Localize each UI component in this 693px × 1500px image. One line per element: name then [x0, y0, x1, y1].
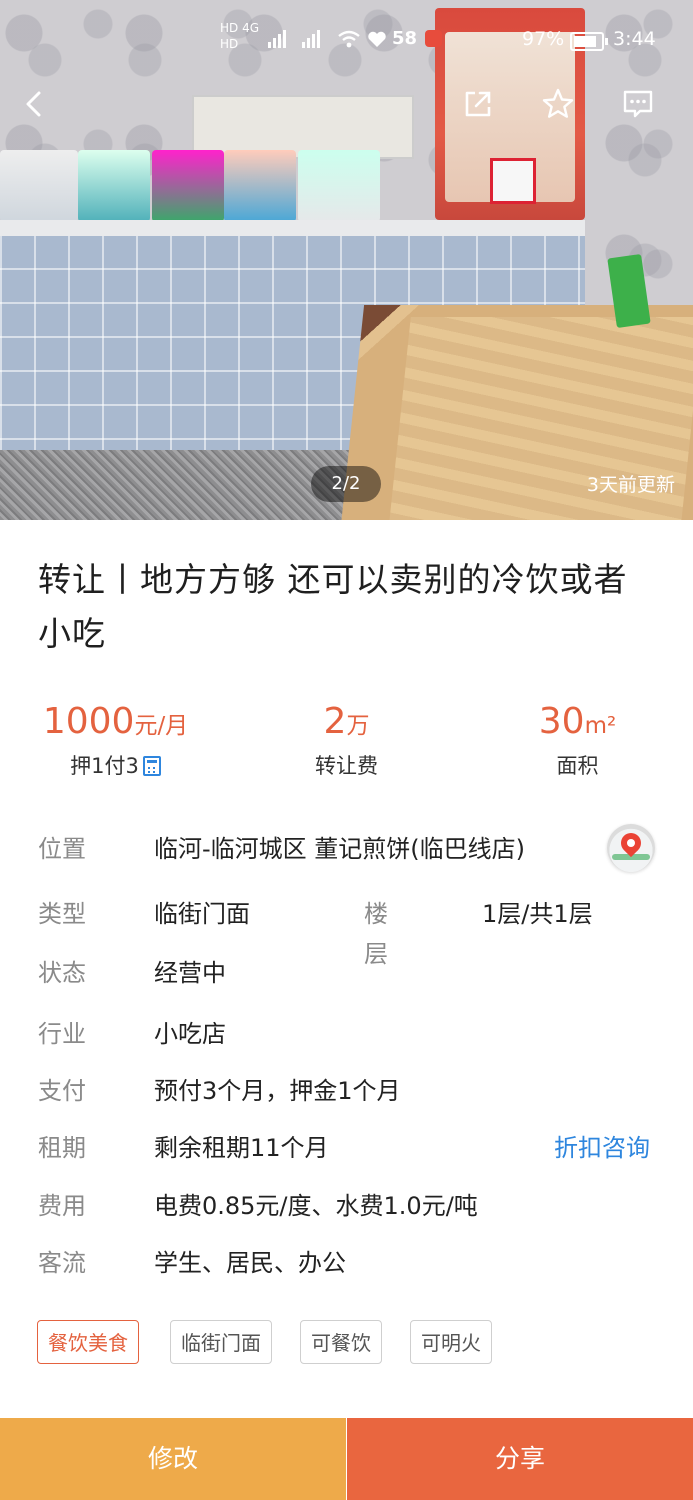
clock: 3:44	[613, 28, 656, 50]
area-label: 面积	[556, 754, 599, 778]
listing-photo[interactable]: HD 4G HD 58 97% 3:44 2/2 3天前更新	[0, 0, 693, 520]
traffic-value: 学生、居民、办公	[154, 1249, 346, 1277]
notification-icon	[425, 30, 442, 47]
favorite-button[interactable]	[538, 84, 578, 124]
detail-label: 支付	[38, 1077, 86, 1105]
rent-value: 1000	[42, 701, 135, 742]
discount-consult-link[interactable]: 折扣咨询	[554, 1128, 650, 1168]
detail-label: 状态	[38, 959, 86, 987]
detail-label: 位置	[38, 835, 86, 863]
tag: 可餐饮	[300, 1320, 382, 1364]
state-value: 经营中	[154, 959, 226, 987]
network-indicators: HD 4G HD	[220, 21, 260, 51]
location-value: 临河-临河城区 董记煎饼(临巴线店)	[154, 835, 526, 863]
wifi-icon	[338, 30, 360, 48]
photo-basket	[298, 150, 380, 222]
back-arrow-icon	[26, 91, 41, 117]
area-value: 30	[538, 701, 585, 742]
fee-value: 2	[323, 701, 347, 742]
photo-basket	[78, 150, 150, 222]
external-share-icon	[465, 91, 491, 117]
detail-label: 楼层	[364, 900, 388, 968]
signal-icon	[302, 30, 324, 48]
industry-value: 小吃店	[154, 1020, 226, 1048]
payment-value: 预付3个月，押金1个月	[154, 1077, 401, 1105]
tag: 餐饮美食	[37, 1320, 139, 1364]
photo-pager: 2/2	[311, 466, 381, 502]
heart-icon	[368, 31, 386, 47]
rent-stat: 1000元/月 押1付3	[0, 700, 231, 780]
transfer-fee-stat: 2万 转让费	[231, 700, 462, 780]
status-bar: HD 4G HD 58 97% 3:44	[0, 20, 693, 58]
cost-value: 电费0.85元/度、水费1.0元/吨	[154, 1192, 478, 1220]
lease-value: 剩余租期11个月	[154, 1134, 329, 1162]
area-unit: m²	[584, 713, 617, 739]
photo-basket	[152, 150, 224, 222]
message-button[interactable]	[618, 84, 658, 124]
detail-label: 行业	[38, 1020, 86, 1048]
map-pin-icon	[616, 828, 646, 858]
share-link-button[interactable]	[458, 84, 498, 124]
battery-icon	[570, 32, 608, 51]
detail-label: 租期	[38, 1134, 86, 1162]
photo-basket	[224, 150, 296, 222]
detail-label: 类型	[38, 900, 86, 928]
back-button[interactable]	[14, 84, 54, 124]
updated-time: 3天前更新	[586, 474, 675, 496]
area-stat: 30m² 面积	[462, 700, 693, 780]
share-button[interactable]: 分享	[347, 1418, 693, 1500]
message-icon	[623, 90, 653, 118]
listing-title: 转让丨地方方够 还可以卖别的冷饮或者小吃	[38, 560, 628, 653]
photo-counter-top	[0, 220, 585, 236]
star-icon	[542, 88, 574, 118]
fee-label: 转让费	[315, 754, 378, 778]
edit-button[interactable]: 修改	[0, 1418, 346, 1500]
fee-unit: 万	[346, 713, 370, 739]
floor-value: 1层/共1层	[482, 900, 593, 928]
network-label: 58	[392, 28, 418, 49]
detail-label: 客流	[38, 1249, 86, 1277]
battery-percent: 97%	[522, 28, 565, 50]
tag: 临街门面	[170, 1320, 272, 1364]
type-value: 临街门面	[154, 900, 250, 928]
rent-unit: 元/月	[134, 713, 189, 739]
bottom-action-bar: 修改 分享	[0, 1418, 693, 1500]
signal-icon	[268, 30, 290, 48]
rent-terms: 押1付3	[70, 754, 139, 778]
detail-label: 费用	[38, 1192, 86, 1220]
photo-basket	[0, 150, 78, 222]
map-button[interactable]	[607, 824, 655, 872]
calculator-icon[interactable]	[142, 756, 161, 776]
tag: 可明火	[410, 1320, 492, 1364]
